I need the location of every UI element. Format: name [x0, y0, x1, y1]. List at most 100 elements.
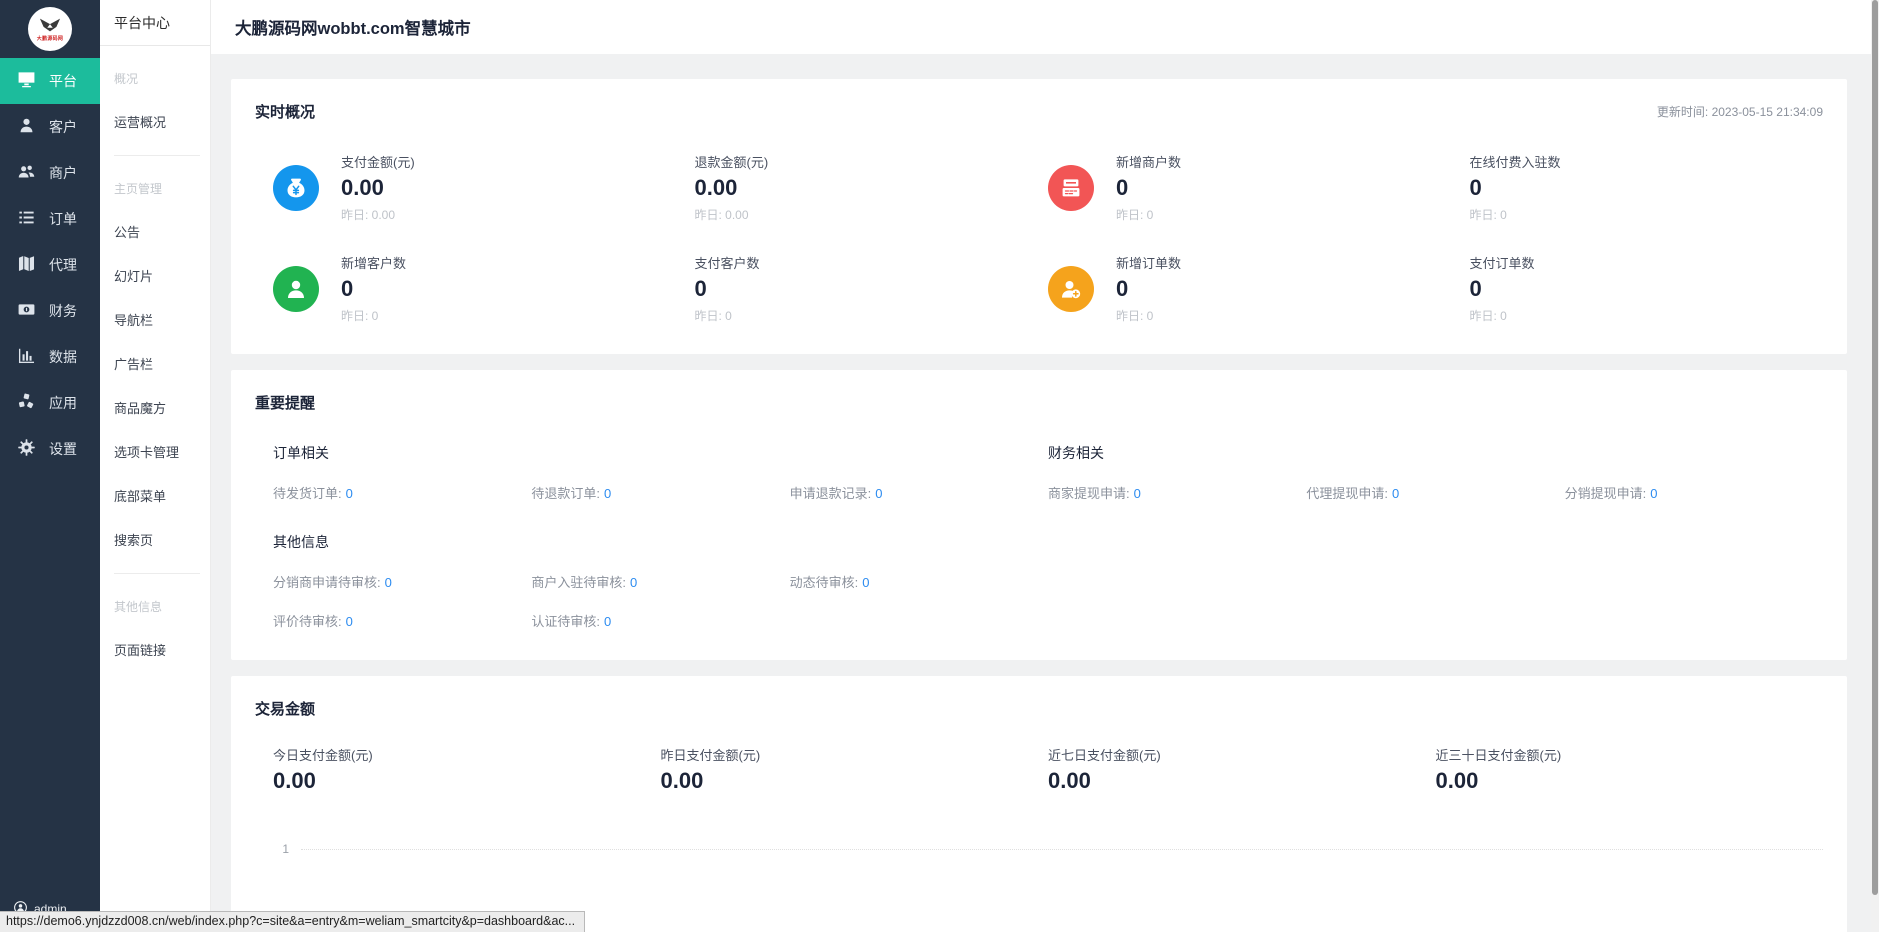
reminder-merchant-withdrawals[interactable]: 商家提现申请:0	[1048, 483, 1306, 502]
reminders-card: 重要提醒 订单相关 财务相关 待发货订单:0 待退款订单:0 申请退款记录:0 …	[231, 370, 1847, 660]
chart-gridline	[301, 849, 1823, 850]
apps-icon	[17, 392, 36, 414]
nav-item-settings[interactable]: 设置	[0, 426, 100, 472]
reminder-distributor-withdrawals[interactable]: 分销提现申请:0	[1565, 483, 1823, 502]
logo-badge: 大鹏源码网	[28, 7, 72, 51]
nav-item-agents[interactable]: 代理	[0, 242, 100, 288]
submenu-item-page-links[interactable]: 页面链接	[114, 640, 200, 659]
reminder-certification-review[interactable]: 认证待审核:0	[531, 611, 789, 630]
reminder-distributor-applications[interactable]: 分销商申请待审核:0	[273, 572, 531, 591]
stat-30day-payment: 近三十日支付金额(元) 0.00	[1436, 745, 1824, 794]
card-title: 实时概况	[255, 101, 315, 122]
moneybag-icon	[273, 165, 319, 211]
nav-item-customers[interactable]: 客户	[0, 104, 100, 150]
nav-item-label: 客户	[49, 117, 77, 137]
stat-group-order: 新增订单数 0 昨日: 0 支付订单数 0 昨日: 0	[1048, 253, 1823, 324]
submenu-item-goods-cube[interactable]: 商品魔方	[114, 398, 200, 417]
person-plus-icon	[1048, 266, 1094, 312]
submenu-item-ad-bar[interactable]: 广告栏	[114, 354, 200, 373]
submenu-item-slideshow[interactable]: 幻灯片	[114, 266, 200, 285]
card-title: 交易金额	[255, 698, 315, 719]
trade-amount-card: 交易金额 今日支付金额(元) 0.00 昨日支付金额(元) 0.00 近	[231, 676, 1847, 932]
bar-chart-icon	[17, 346, 36, 368]
reminder-section-other: 其他信息	[273, 532, 1823, 552]
reminder-pending-refund-orders[interactable]: 待退款订单:0	[531, 483, 789, 502]
map-icon	[17, 254, 36, 276]
eagle-logo-icon	[39, 17, 61, 35]
nav-item-label: 设置	[49, 439, 77, 459]
reminder-section-finance: 财务相关	[1048, 443, 1823, 463]
logo-text: 大鹏源码网	[37, 35, 64, 42]
submenu-item-bottom-menu[interactable]: 底部菜单	[114, 486, 200, 505]
nav-item-orders[interactable]: 订单	[0, 196, 100, 242]
nav-item-label: 商户	[49, 163, 77, 183]
stat-paid-orders: 支付订单数 0 昨日: 0	[1470, 253, 1824, 324]
card-title: 重要提醒	[255, 392, 315, 413]
reminder-comments-review[interactable]: 评价待审核:0	[273, 611, 531, 630]
submenu-item-search-page[interactable]: 搜索页	[114, 530, 200, 549]
page-header: 大鹏源码网wobbt.com智慧城市	[211, 0, 1879, 54]
person-icon	[273, 266, 319, 312]
submenu-title: 平台中心	[100, 0, 210, 46]
submenu-item-operations-overview[interactable]: 运营概况	[114, 112, 200, 131]
content-area: 实时概况 更新时间: 2023-05-15 21:34:09 支付金额(元)	[211, 54, 1879, 932]
nav-item-apps[interactable]: 应用	[0, 380, 100, 426]
nav-item-label: 代理	[49, 255, 77, 275]
divider	[114, 155, 200, 156]
nav-item-label: 财务	[49, 301, 77, 321]
stat-paying-customers: 支付客户数 0 昨日: 0	[695, 253, 1049, 324]
reminder-refund-requests[interactable]: 申请退款记录:0	[790, 483, 1048, 502]
stat-refund-amount: 退款金额(元) 0.00 昨日: 0.00	[695, 152, 1049, 223]
divider	[114, 573, 200, 574]
nav-item-label: 数据	[49, 347, 77, 367]
app-root: 大鹏源码网 平台 客户 商户	[0, 0, 1879, 932]
realtime-overview-card: 实时概况 更新时间: 2023-05-15 21:34:09 支付金额(元)	[231, 79, 1847, 354]
shop-icon	[1048, 165, 1094, 211]
stat-paid-entries: 在线付费入驻数 0 昨日: 0	[1470, 152, 1824, 223]
stat-yesterday-payment: 昨日支付金额(元) 0.00	[661, 745, 1049, 794]
logo: 大鹏源码网	[0, 0, 100, 58]
submenu-item-announcement[interactable]: 公告	[114, 222, 200, 241]
stat-new-merchants: 新增商户数 0 昨日: 0	[1116, 152, 1470, 223]
nav-item-label: 应用	[49, 393, 77, 413]
stat-7day-payment: 近七日支付金额(元) 0.00	[1048, 745, 1436, 794]
nav-item-label: 订单	[49, 209, 77, 229]
submenu-group-homepage: 主页管理	[114, 180, 200, 197]
reminder-pending-shipments[interactable]: 待发货订单:0	[273, 483, 531, 502]
monitor-icon	[17, 70, 36, 92]
primary-nav: 平台 客户 商户 订单	[0, 58, 100, 472]
page-title: 大鹏源码网wobbt.com智慧城市	[235, 15, 471, 39]
reminder-section-orders: 订单相关	[273, 443, 1048, 463]
stat-group-payment: 支付金额(元) 0.00 昨日: 0.00 退款金额(元) 0.00 昨日: 0…	[273, 152, 1048, 223]
stat-pay-amount: 支付金额(元) 0.00 昨日: 0.00	[341, 152, 695, 223]
user-icon	[17, 116, 36, 138]
nav-item-merchants[interactable]: 商户	[0, 150, 100, 196]
reminder-merchant-entry-review[interactable]: 商户入驻待审核:0	[531, 572, 789, 591]
nav-item-finance[interactable]: 财务	[0, 288, 100, 334]
stat-new-orders: 新增订单数 0 昨日: 0	[1116, 253, 1470, 324]
page-scrollbar[interactable]	[1871, 0, 1879, 932]
y-axis-tick: 1	[273, 842, 289, 856]
gear-icon	[17, 438, 36, 460]
secondary-sidebar: 平台中心 概况 运营概况 主页管理 公告 幻灯片 导航栏 广告栏 商品魔方 选项…	[100, 0, 211, 932]
users-icon	[17, 162, 36, 184]
nav-item-label: 平台	[49, 71, 77, 91]
nav-item-data[interactable]: 数据	[0, 334, 100, 380]
nav-item-platform[interactable]: 平台	[0, 58, 100, 104]
reminder-moments-review[interactable]: 动态待审核:0	[790, 572, 1048, 591]
stat-group-customer: 新增客户数 0 昨日: 0 支付客户数 0 昨日: 0	[273, 253, 1048, 324]
primary-sidebar: 大鹏源码网 平台 客户 商户	[0, 0, 100, 932]
trade-chart: 1	[273, 842, 1823, 856]
banknote-icon	[17, 300, 36, 322]
update-time: 更新时间: 2023-05-15 21:34:09	[1657, 103, 1823, 120]
stat-group-merchant: 新增商户数 0 昨日: 0 在线付费入驻数 0 昨日: 0	[1048, 152, 1823, 223]
submenu-item-tabs-manage[interactable]: 选项卡管理	[114, 442, 200, 461]
stat-today-payment: 今日支付金额(元) 0.00	[273, 745, 661, 794]
submenu-group-overview: 概况	[114, 70, 200, 87]
stat-new-customers: 新增客户数 0 昨日: 0	[341, 253, 695, 324]
scrollbar-thumb[interactable]	[1872, 0, 1878, 895]
list-icon	[17, 208, 36, 230]
reminder-agent-withdrawals[interactable]: 代理提现申请:0	[1306, 483, 1564, 502]
submenu-group-other: 其他信息	[114, 598, 200, 615]
submenu-item-navbar[interactable]: 导航栏	[114, 310, 200, 329]
